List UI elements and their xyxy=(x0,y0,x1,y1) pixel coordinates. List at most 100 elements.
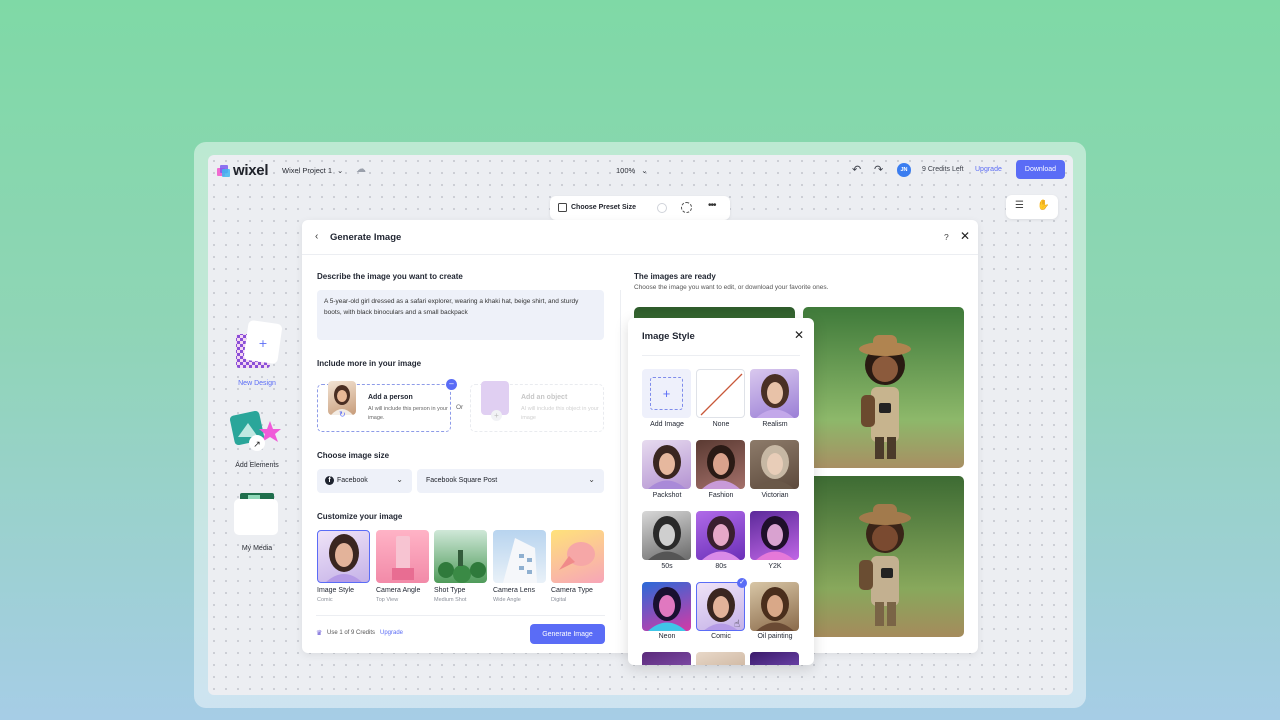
zoom-level: 100% xyxy=(616,166,636,175)
results-title: The images are ready xyxy=(634,272,716,281)
dialog-header: ‹ Generate Image ? ✕ xyxy=(302,220,978,255)
result-image-4[interactable] xyxy=(803,476,964,637)
style-fashion[interactable] xyxy=(696,440,745,489)
add-object-desc: AI will include this object in your imag… xyxy=(521,406,599,421)
prompt-input[interactable]: A 5-year-old girl dressed as a safari ex… xyxy=(317,290,604,340)
neon-portrait xyxy=(648,587,686,631)
project-menu[interactable]: Wixel Project 1 ⌄ xyxy=(282,166,343,175)
result-image-2[interactable] xyxy=(803,307,964,468)
brand-name: wixel xyxy=(233,162,269,179)
camera-angle-label: Camera Angle xyxy=(376,587,421,594)
explorer-girl-illustration xyxy=(859,504,911,626)
download-button[interactable]: Download xyxy=(1016,160,1065,179)
new-design-label: New Design xyxy=(238,380,276,387)
style-add-image[interactable]: + xyxy=(642,369,691,418)
resize-icon xyxy=(558,203,567,212)
style-more-1[interactable] xyxy=(642,652,691,665)
back-icon[interactable]: ‹ xyxy=(315,231,318,242)
footer-upgrade-link[interactable]: Upgrade xyxy=(380,630,403,636)
chevron-down-icon: ⌄ xyxy=(641,166,648,175)
svg-text:↗: ↗ xyxy=(253,440,261,450)
or-label: Or xyxy=(456,404,464,411)
style-label: Add Image xyxy=(650,421,684,428)
style-more-3[interactable] xyxy=(750,652,799,665)
camera-type-tile[interactable] xyxy=(551,530,604,583)
shot-type-label: Shot Type xyxy=(434,587,466,594)
style-packshot[interactable] xyxy=(642,440,691,489)
style-label: 80s xyxy=(715,563,727,570)
style-label: Victorian xyxy=(761,492,789,499)
style-label: 50s xyxy=(661,563,673,570)
add-person-title: Add a person xyxy=(368,394,413,401)
platform-select[interactable]: f Facebook ⌄ xyxy=(317,469,412,493)
shot-type-value: Medium Shot xyxy=(434,597,467,603)
more-options-icon[interactable]: ••• xyxy=(708,200,716,211)
80s-portrait xyxy=(702,516,740,560)
border-style-icon[interactable] xyxy=(681,202,692,213)
hand-pointer-icon: ☝ xyxy=(734,619,741,630)
shot-type-tile[interactable] xyxy=(434,530,487,583)
avatar[interactable]: JN xyxy=(897,163,911,177)
style-label: Comic xyxy=(711,633,731,640)
style-label: Packshot xyxy=(652,492,682,499)
crown-icon: ♛ xyxy=(316,630,323,637)
canvas-toolbar: Choose Preset Size ••• xyxy=(550,196,730,220)
swap-icon[interactable]: ↻ xyxy=(339,410,346,419)
zoom-menu[interactable]: 100% ⌄ xyxy=(616,166,647,175)
style-label: Fashion xyxy=(708,492,734,499)
format-select[interactable]: Facebook Square Post ⌄ xyxy=(417,469,604,493)
choose-preset-size-button[interactable]: Choose Preset Size xyxy=(571,204,636,211)
hand-tool-icon[interactable]: ✋ xyxy=(1037,200,1049,211)
y2k-portrait xyxy=(756,516,794,560)
style-realism[interactable] xyxy=(750,369,799,418)
style-80s[interactable] xyxy=(696,511,745,560)
add-object-card[interactable]: + Add an object AI will include this obj… xyxy=(470,381,604,432)
platform-value: Facebook xyxy=(337,477,368,484)
style-neon[interactable] xyxy=(642,582,691,631)
camera-angle-tile[interactable] xyxy=(376,530,429,583)
style-victorian[interactable] xyxy=(750,440,799,489)
none-slash-icon xyxy=(700,373,743,416)
camera-type-thumb xyxy=(559,542,595,570)
app-window: wixel Wixel Project 1 ⌄ ☁ 100% ⌄ ↶ ↷ JN … xyxy=(208,155,1073,695)
style-more-2[interactable] xyxy=(696,652,745,665)
size-title: Choose image size xyxy=(317,451,390,460)
add-icon: + xyxy=(650,377,683,410)
remove-icon[interactable]: – xyxy=(446,379,457,390)
style-panel-divider xyxy=(642,355,800,356)
add-person-card[interactable]: ↻ Add a person AI will include this pers… xyxy=(317,379,457,432)
redo-icon[interactable]: ↷ xyxy=(874,163,883,176)
generate-image-button[interactable]: Generate Image xyxy=(530,624,605,644)
style-y2k[interactable] xyxy=(750,511,799,560)
close-icon[interactable]: ✕ xyxy=(960,229,970,243)
style-label: Realism xyxy=(762,421,788,428)
camera-angle-thumb xyxy=(392,536,414,580)
image-style-tile[interactable] xyxy=(317,530,370,583)
camera-type-value: Digital xyxy=(551,597,567,603)
style-none[interactable] xyxy=(696,369,745,418)
style-50s[interactable] xyxy=(642,511,691,560)
camera-lens-value: Wide Angle xyxy=(493,597,521,603)
undo-icon[interactable]: ↶ xyxy=(852,163,861,176)
include-title: Include more in your image xyxy=(317,359,422,368)
new-design-icon: + xyxy=(236,320,282,368)
add-object-title: Add an object xyxy=(521,394,568,401)
fill-color-icon[interactable] xyxy=(657,203,667,213)
camera-type-label: Camera Type xyxy=(551,587,593,594)
add-person-desc: AI will include this person in your imag… xyxy=(368,406,448,421)
help-icon[interactable]: ? xyxy=(944,232,949,242)
close-icon[interactable]: ✕ xyxy=(794,328,804,342)
shot-type-thumb xyxy=(438,550,486,583)
chevron-down-icon: ⌄ xyxy=(337,166,344,175)
cloud-sync-icon[interactable]: ☁ xyxy=(356,164,366,175)
panel-divider xyxy=(620,290,621,620)
logo[interactable]: wixel xyxy=(217,162,268,179)
credits-count: 9 Credits Left xyxy=(922,166,964,173)
camera-lens-tile[interactable] xyxy=(493,530,546,583)
style-oil-painting[interactable] xyxy=(750,582,799,631)
my-media-icon xyxy=(234,493,278,535)
style-label: Oil painting xyxy=(757,633,793,640)
upgrade-link[interactable]: Upgrade xyxy=(975,166,1002,173)
layers-icon[interactable]: ☰ xyxy=(1015,200,1024,211)
style-label: Neon xyxy=(658,633,676,640)
